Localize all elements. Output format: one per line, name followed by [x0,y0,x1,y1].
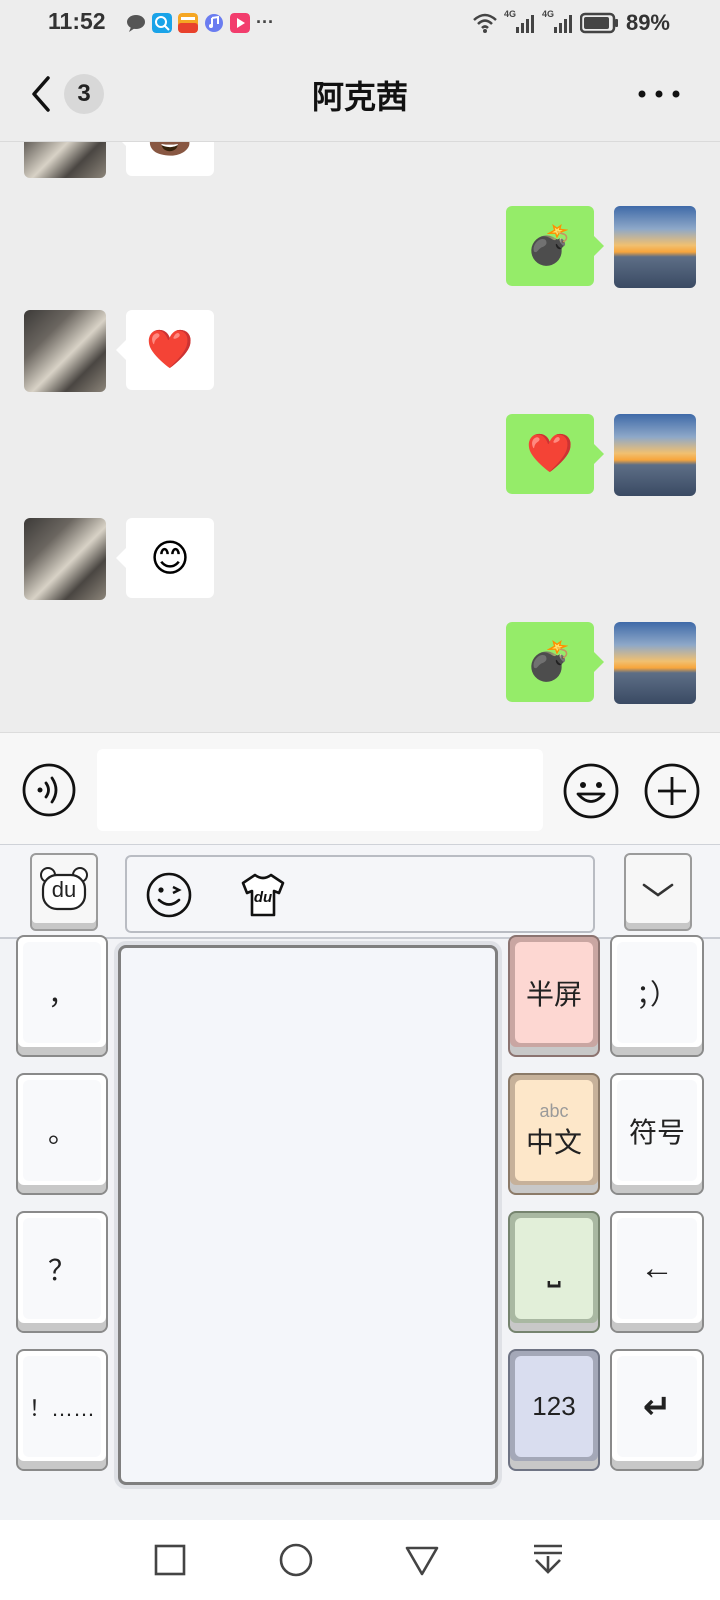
message-list[interactable]: 💩 💣 ❤️ ❤️ 😊 💣 [0,142,720,732]
heart-emoji: ❤️ [146,329,194,371]
bomb-emoji: 💣 [526,641,574,683]
news-app-icon [178,12,198,33]
chinese-label: 中文 [525,1126,582,1158]
signal-bars-icon [515,15,534,33]
emoji-icon[interactable] [563,763,619,819]
message-input[interactable] [97,749,543,831]
keyboard-toolbar: du du [0,845,720,939]
key-half-screen[interactable]: 半屏 [508,935,600,1057]
back-triangle-icon[interactable] [402,1540,442,1580]
key-smiley[interactable]: ；） [610,935,704,1057]
key-enter[interactable]: ↵ [610,1349,704,1471]
hide-keyboard-icon[interactable] [528,1540,568,1580]
signal-bars-icon [553,15,572,33]
search-app-icon [152,12,172,33]
heart-emoji: ❤️ [526,433,574,475]
chat-bubble-icon [127,14,145,32]
key-numbers[interactable]: 123 [508,1349,600,1471]
status-bar: 11:52 ··· 4G 4G 89% [0,0,720,46]
key-comma[interactable]: ， [16,935,108,1057]
key-chinese-mode[interactable]: abc 中文 [508,1073,600,1195]
plus-icon[interactable] [644,763,700,819]
ime-logo-button[interactable]: du [30,853,98,931]
message-outgoing: 💣 [0,206,720,290]
key-exclaim-ellipsis[interactable]: ！…… [16,1349,108,1471]
bomb-emoji: 💣 [526,225,574,267]
backspace-icon: ← [640,1249,674,1287]
abc-label: abc [539,1100,569,1121]
smile-emoji: 😊 [150,537,190,580]
message-outgoing: 💣 [0,622,720,706]
message-bubble[interactable]: 💩 [116,142,214,176]
more-dots-icon[interactable] [636,88,682,100]
system-nav-bar [0,1520,720,1600]
key-period[interactable]: 。 [16,1073,108,1195]
candidate-bar: du [125,855,595,933]
status-time: 11:52 [48,8,106,34]
contact-avatar[interactable] [24,518,106,600]
status-app-icons: ··· [126,12,274,33]
battery-percent: 89% [625,10,670,35]
message-outgoing: ❤️ [0,414,720,498]
message-bubble[interactable]: 😊 [116,518,214,598]
message-incoming: 😊 [0,518,720,602]
keyboard-collapse-button[interactable] [624,853,692,931]
voice-icon[interactable] [22,763,76,817]
message-incoming: 💩 [0,142,720,180]
video-app-icon [230,12,250,33]
music-app-icon [205,13,223,32]
key-backspace[interactable]: ← [610,1211,704,1333]
message-bubble[interactable]: ❤️ [506,414,604,494]
home-circle-icon[interactable] [276,1540,316,1580]
signal-2: 4G [542,9,574,35]
chat-header: 3 阿克茜 [0,46,720,142]
recents-square-icon[interactable] [150,1540,190,1580]
key-symbols[interactable]: 符号 [610,1073,704,1195]
status-right: 4G 4G 89% [472,9,670,36]
poop-emoji: 💩 [146,142,193,158]
ime-keyboard: du du ， 。 ？ ！…… 半屏 abc 中文 ⎵ 123 ；） 符号 ← ↵ [0,844,720,1520]
my-avatar[interactable] [614,622,696,704]
space-icon: ⎵ [547,1249,561,1287]
battery-icon [579,12,618,34]
status-more-dots: ··· [256,12,274,32]
enter-icon: ↵ [642,1387,672,1426]
message-incoming: ❤️ [0,310,720,394]
chevron-down-icon [642,883,674,897]
message-bubble[interactable]: 💣 [506,206,604,286]
message-bubble[interactable]: 💣 [506,622,604,702]
contact-avatar[interactable] [24,142,106,178]
ime-logo-text: du [51,877,77,902]
key-question[interactable]: ？ [16,1211,108,1333]
chat-title: 阿克茜 [311,79,408,115]
my-avatar[interactable] [614,414,696,496]
shirt-label: du [253,889,273,906]
wifi-icon [473,13,497,33]
handwriting-pad[interactable] [118,945,498,1485]
contact-avatar[interactable] [24,310,106,392]
message-bubble[interactable]: ❤️ [116,310,214,390]
skin-shirt-icon[interactable]: du [237,871,289,919]
key-space[interactable]: ⎵ [508,1211,600,1333]
input-bar [0,732,720,844]
wink-icon[interactable] [145,871,193,919]
signal-1: 4G [504,9,536,35]
my-avatar[interactable] [614,206,696,288]
